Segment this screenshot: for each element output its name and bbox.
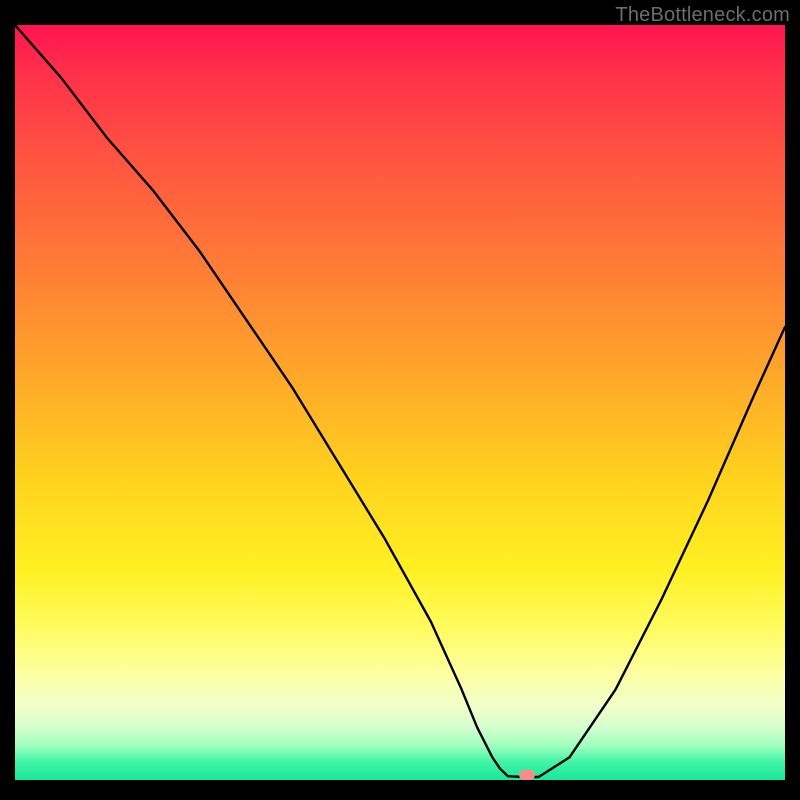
bottleneck-curve bbox=[15, 25, 785, 780]
plot-outer bbox=[15, 25, 785, 780]
optimal-marker bbox=[519, 770, 535, 780]
watermark-text: TheBottleneck.com bbox=[615, 4, 790, 27]
chart-frame: TheBottleneck.com bbox=[0, 0, 800, 800]
